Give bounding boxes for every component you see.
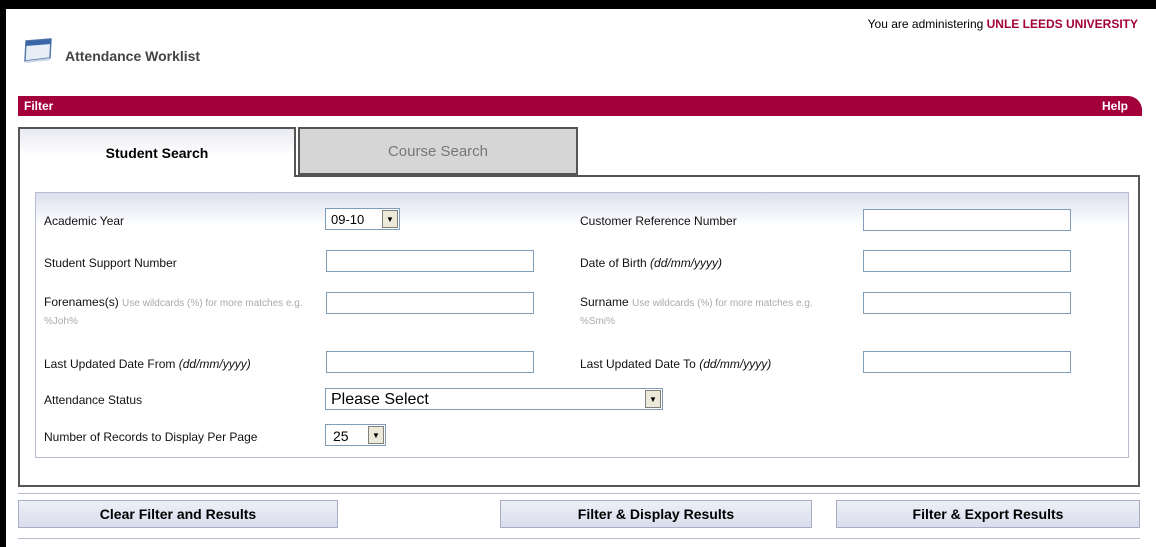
records-per-page-select[interactable]: 25 ▼ (325, 424, 386, 446)
records-per-page-value: 25 (333, 428, 349, 444)
divider-top (18, 493, 1140, 494)
attendance-status-select[interactable]: Please Select ▼ (325, 388, 663, 410)
surname-input[interactable] (863, 292, 1071, 314)
chevron-down-icon[interactable]: ▼ (368, 426, 384, 444)
updated-to-format: (dd/mm/yyyy) (699, 357, 772, 371)
filter-label: Filter (24, 99, 54, 113)
updated-to-label-text: Last Updated Date To (580, 357, 696, 371)
window-left-border (0, 0, 6, 547)
window-top-border (0, 0, 1156, 9)
dob-input[interactable] (863, 250, 1071, 272)
records-per-page-label: Number of Records to Display Per Page (44, 430, 258, 444)
administered-organisation: UNLE LEEDS UNIVERSITY (986, 17, 1138, 31)
student-support-label: Student Support Number (44, 256, 177, 270)
attendance-status-label: Attendance Status (44, 393, 143, 407)
student-support-input[interactable] (326, 250, 534, 272)
dob-label: Date of Birth (dd/mm/yyyy) (580, 256, 722, 270)
academic-year-value: 09-10 (331, 212, 365, 227)
tab-student-search[interactable]: Student Search (18, 127, 296, 177)
dob-label-text: Date of Birth (580, 256, 647, 270)
updated-to-label: Last Updated Date To (dd/mm/yyyy) (580, 357, 771, 371)
chevron-down-icon[interactable]: ▼ (645, 390, 661, 408)
customer-reference-input[interactable] (863, 209, 1071, 231)
card-icon (24, 38, 52, 63)
administering-line: You are administering UNLE LEEDS UNIVERS… (868, 17, 1138, 31)
academic-year-select[interactable]: 09-10 ▼ (325, 208, 400, 230)
clear-filter-button[interactable]: Clear Filter and Results (18, 500, 338, 528)
forenames-input[interactable] (326, 292, 534, 314)
updated-from-format: (dd/mm/yyyy) (178, 357, 251, 371)
academic-year-label: Academic Year (44, 214, 125, 228)
forenames-label: Forenames(s) Use wildcards (%) for more … (44, 294, 314, 330)
filter-bar: Filter Help (18, 96, 1142, 116)
tab-course-search[interactable]: Course Search (298, 127, 578, 175)
customer-reference-label: Customer Reference Number (580, 214, 737, 228)
surname-label-text: Surname (580, 295, 629, 309)
help-link[interactable]: Help (1102, 99, 1128, 113)
chevron-down-icon[interactable]: ▼ (382, 210, 398, 228)
divider-bottom (18, 538, 1140, 539)
updated-from-input[interactable] (326, 351, 534, 373)
page-title: Attendance Worklist (65, 48, 201, 64)
dob-format: (dd/mm/yyyy) (650, 256, 723, 270)
surname-label: Surname Use wildcards (%) for more match… (580, 294, 835, 330)
attendance-status-value: Please Select (331, 391, 429, 408)
administering-prefix: You are administering (867, 17, 984, 31)
filter-export-button[interactable]: Filter & Export Results (836, 500, 1140, 528)
updated-from-label: Last Updated Date From (dd/mm/yyyy) (44, 357, 251, 371)
forenames-label-text: Forenames(s) (44, 295, 119, 309)
updated-from-label-text: Last Updated Date From (44, 357, 176, 371)
updated-to-input[interactable] (863, 351, 1071, 373)
filter-display-button[interactable]: Filter & Display Results (500, 500, 812, 528)
